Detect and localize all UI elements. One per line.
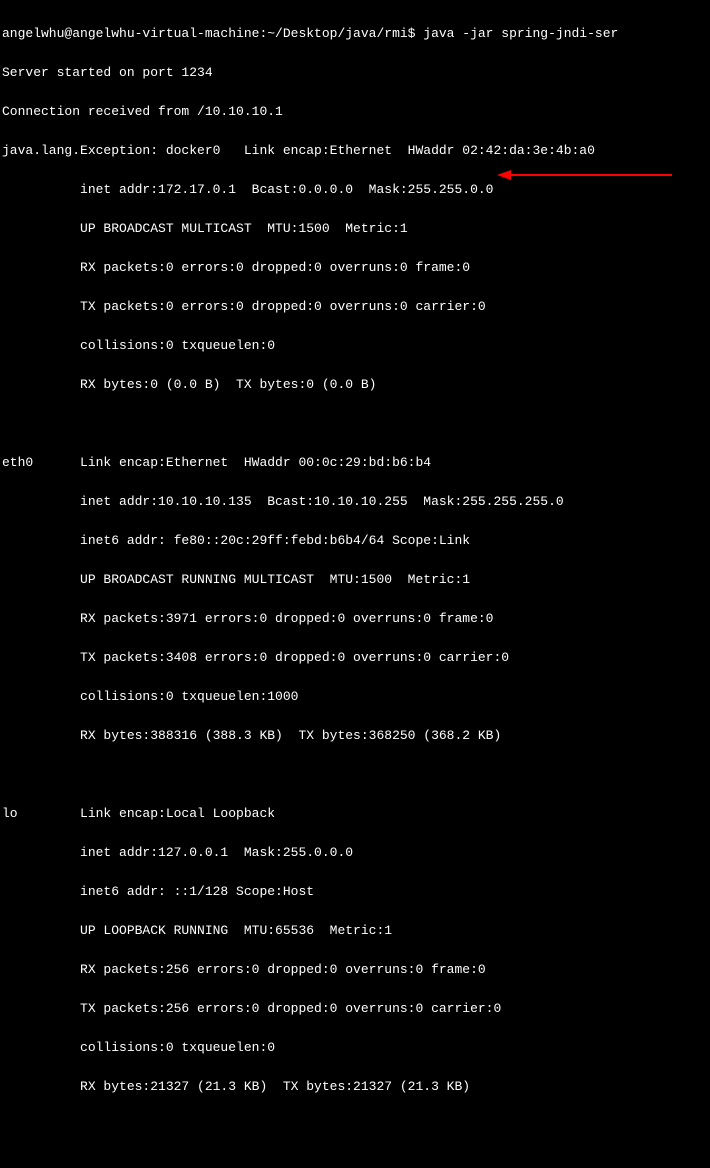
- docker0-up: UP BROADCAST MULTICAST MTU:1500 Metric:1: [2, 219, 708, 239]
- eth0-inet: inet addr:10.10.10.135 Bcast:10.10.10.25…: [2, 492, 708, 512]
- eth0-collisions: collisions:0 txqueuelen:1000: [2, 687, 708, 707]
- lo-collisions: collisions:0 txqueuelen:0: [2, 1038, 708, 1058]
- docker0-tx-packets: TX packets:0 errors:0 dropped:0 overruns…: [2, 297, 708, 317]
- terminal-output: angelwhu@angelwhu-virtual-machine:~/Desk…: [2, 4, 708, 1168]
- docker0-collisions: collisions:0 txqueuelen:0: [2, 336, 708, 356]
- blank-line-3: [2, 1116, 708, 1136]
- eth0-up: UP BROADCAST RUNNING MULTICAST MTU:1500 …: [2, 570, 708, 590]
- prompt-line: angelwhu@angelwhu-virtual-machine:~/Desk…: [2, 24, 708, 44]
- docker0-bytes: RX bytes:0 (0.0 B) TX bytes:0 (0.0 B): [2, 375, 708, 395]
- blank-line-2: [2, 765, 708, 785]
- exception-prefix: java.lang.Exception:: [2, 143, 166, 158]
- exception-docker0-line: java.lang.Exception: docker0 Link encap:…: [2, 141, 708, 161]
- lo-title: lo Link encap:Local Loopback: [2, 804, 708, 824]
- eth0-tx-packets: TX packets:3408 errors:0 dropped:0 overr…: [2, 648, 708, 668]
- lo-rx-packets: RX packets:256 errors:0 dropped:0 overru…: [2, 960, 708, 980]
- docker0-title: docker0 Link encap:Ethernet HWaddr 02:42…: [166, 143, 595, 158]
- lo-tx-packets: TX packets:256 errors:0 dropped:0 overru…: [2, 999, 708, 1019]
- lo-bytes: RX bytes:21327 (21.3 KB) TX bytes:21327 …: [2, 1077, 708, 1097]
- lo-up: UP LOOPBACK RUNNING MTU:65536 Metric:1: [2, 921, 708, 941]
- eth0-inet6: inet6 addr: fe80::20c:29ff:febd:b6b4/64 …: [2, 531, 708, 551]
- docker0-inet: inet addr:172.17.0.1 Bcast:0.0.0.0 Mask:…: [2, 180, 708, 200]
- connection-line: Connection received from /10.10.10.1: [2, 102, 708, 122]
- docker0-rx-packets: RX packets:0 errors:0 dropped:0 overruns…: [2, 258, 708, 278]
- eth0-bytes: RX bytes:388316 (388.3 KB) TX bytes:3682…: [2, 726, 708, 746]
- lo-inet6: inet6 addr: ::1/128 Scope:Host: [2, 882, 708, 902]
- blank-line-4: [2, 1155, 708, 1168]
- server-start-line: Server started on port 1234: [2, 63, 708, 83]
- eth0-title: eth0 Link encap:Ethernet HWaddr 00:0c:29…: [2, 453, 708, 473]
- blank-line-1: [2, 414, 708, 434]
- lo-inet: inet addr:127.0.0.1 Mask:255.0.0.0: [2, 843, 708, 863]
- eth0-rx-packets: RX packets:3971 errors:0 dropped:0 overr…: [2, 609, 708, 629]
